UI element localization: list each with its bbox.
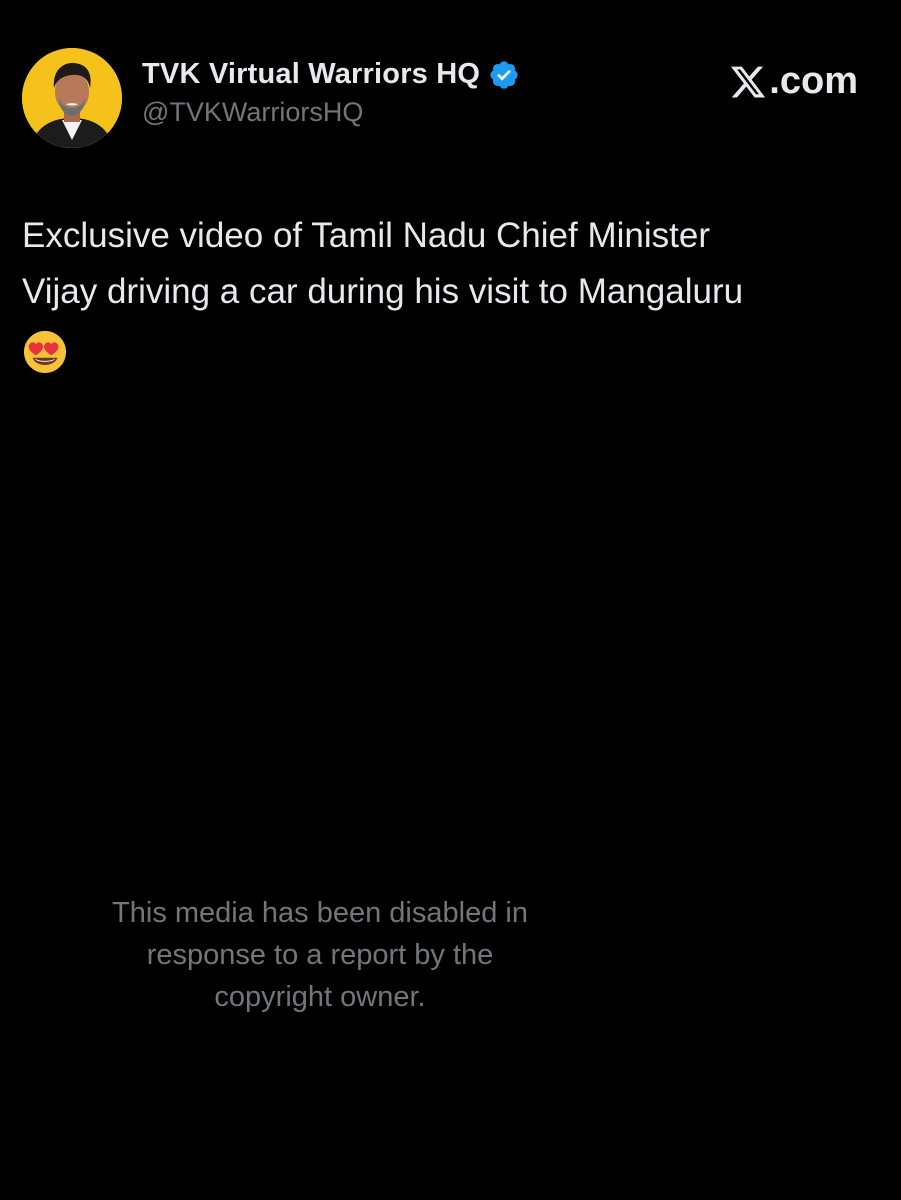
display-name-row: TVK Virtual Warriors HQ: [142, 58, 520, 91]
author-info: TVK Virtual Warriors HQ @TVKWarriorsHQ: [142, 58, 520, 128]
avatar[interactable]: [22, 48, 122, 148]
media-notice-line: This media has been disabled in: [112, 897, 528, 929]
post-header: TVK Virtual Warriors HQ @TVKWarriorsHQ .…: [22, 48, 882, 152]
x-logo-icon: [731, 66, 766, 97]
display-name[interactable]: TVK Virtual Warriors HQ: [142, 58, 480, 91]
post-text-line: Exclusive video of Tamil Nadu Chief Mini…: [22, 216, 710, 255]
verified-badge-icon: [490, 60, 518, 89]
media-notice-line: copyright owner.: [214, 981, 426, 1013]
brand-domain: .com: [769, 60, 858, 102]
post-text: Exclusive video of Tamil Nadu Chief Mini…: [22, 208, 872, 376]
heart-eyes-emoji-icon: [23, 330, 67, 373]
x-brand: .com: [728, 60, 858, 103]
avatar-portrait-icon: [22, 48, 122, 148]
post-emoji-line: [22, 320, 872, 376]
post-text-line: Vijay driving a car during his visit to …: [22, 272, 744, 311]
user-handle[interactable]: @TVKWarriorsHQ: [142, 97, 520, 128]
media-notice-line: response to a report by the: [146, 939, 494, 971]
media-disabled-notice: This media has been disabled in response…: [60, 892, 580, 1018]
